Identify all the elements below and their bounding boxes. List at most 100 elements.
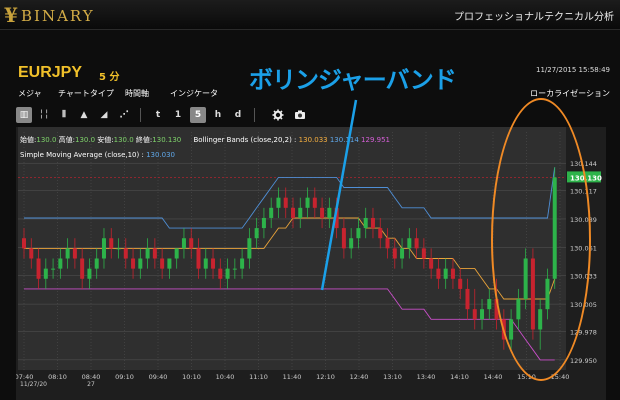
hollow-candle-icon[interactable]: ⦀ (56, 107, 72, 123)
candle-down (458, 278, 463, 289)
candle-down (450, 268, 455, 279)
candle-down (320, 207, 325, 218)
candle-up (269, 207, 274, 218)
candle-up (240, 258, 245, 269)
candle-up (480, 309, 485, 320)
candle-down (370, 217, 375, 229)
candle-up (516, 299, 521, 320)
candle-down (385, 238, 390, 249)
candle-down (334, 207, 339, 229)
candle-down (436, 268, 441, 279)
x-tick-label: 12:10 (316, 373, 335, 381)
candle-up (545, 278, 550, 310)
sma-label: Simple Moving Average (close,10) : (20, 151, 144, 159)
x-tick-label: 11:40 (283, 373, 302, 381)
candle-down (472, 309, 477, 320)
toolbar-divider (140, 108, 141, 122)
candle-up (43, 268, 48, 279)
candle-up (552, 177, 557, 279)
bb-label: Bollinger Bands (close,20,2) : (193, 136, 297, 144)
x-tick-label: 09:10 (115, 373, 134, 381)
settings-gear-icon[interactable] (270, 107, 286, 123)
bb-mid-value: 130.033 (298, 136, 328, 144)
high-value: 130.0 (75, 136, 96, 144)
price-chart[interactable]: 130.144 130.117 130.089 130.061 130.033 130.0… (16, 127, 606, 400)
close-value: 130.130 (152, 136, 182, 144)
bb-upper-value: 130.114 (329, 136, 359, 144)
x-tick-label: 10:40 (216, 373, 235, 381)
candle-up (443, 268, 448, 279)
candle-up (87, 268, 92, 279)
top-bar: ¥ BINARY プロフェッショナルテクニカル分析 (0, 0, 620, 30)
y-tick-label: 129.978 (570, 328, 597, 336)
candle-up (65, 248, 70, 259)
candle-up (174, 248, 179, 259)
brand-logo[interactable]: ¥ BINARY (4, 4, 104, 26)
x-tick-label: 10:10 (182, 373, 201, 381)
menu-item-timeframe[interactable]: 時間軸 (125, 88, 149, 99)
y-tick-label: 130.061 (570, 244, 597, 252)
y-tick-label: 130.005 (570, 301, 597, 309)
candle-down (22, 238, 26, 249)
tagline: プロフェッショナルテクニカル分析 (454, 12, 614, 23)
timeframe-hour-button[interactable]: h (210, 107, 226, 123)
menu-item-indicators[interactable]: インジケータ (170, 88, 218, 99)
candle-up (58, 258, 63, 269)
ohlc-chart-icon[interactable]: ╎╎ (36, 107, 52, 123)
candle-up (203, 258, 208, 269)
logo-text: BINARY (21, 7, 95, 25)
candle-down (341, 228, 346, 249)
y-tick-label: 130.117 (570, 188, 597, 196)
last-price-label: 130.130 (570, 174, 602, 182)
candle-down (29, 248, 34, 259)
sma-header: Simple Moving Average (close,10) : 130.0… (20, 151, 175, 159)
candle-up (509, 319, 514, 340)
x-tick-label: 13:40 (417, 373, 436, 381)
y-tick-label: 130.033 (570, 273, 597, 281)
candle-up (407, 238, 412, 249)
candle-down (501, 319, 506, 340)
timeframe-tick-button[interactable]: t (150, 107, 166, 123)
candle-down (429, 258, 434, 269)
candle-up (167, 258, 172, 269)
candle-down (291, 207, 295, 218)
candle-down (72, 248, 77, 259)
candle-down (218, 268, 223, 279)
timeframe-day-button[interactable]: d (230, 107, 246, 123)
candlestick-chart-icon[interactable]: ▥ (16, 107, 32, 123)
current-datetime: 11/27/2015 15:58:49 (535, 66, 610, 74)
timeframe-1m-button[interactable]: 1 (170, 107, 186, 123)
menu-item-measure[interactable]: メジャ (18, 88, 42, 99)
candle-up (523, 258, 528, 300)
candle-up (51, 268, 56, 270)
x-tick-label: 13:10 (383, 373, 402, 381)
menu-item-localization[interactable]: ローカライゼーション (530, 88, 610, 99)
candle-down (465, 288, 470, 310)
candle-down (211, 258, 216, 269)
candle-up (276, 197, 281, 208)
chart-toolbar: ▥ ╎╎ ⦀ ▲ ◢ ⋰ t 1 5 h d (16, 105, 316, 125)
candle-up (94, 258, 99, 269)
dot-chart-icon[interactable]: ⋰ (116, 107, 132, 123)
candle-down (189, 238, 194, 249)
candle-down (421, 248, 426, 259)
candle-up (254, 228, 259, 239)
candle-down (196, 248, 201, 269)
candle-up (400, 248, 405, 259)
mountain-chart-icon[interactable]: ▲ (76, 107, 92, 123)
timeframe-5m-button[interactable]: 5 (190, 107, 206, 123)
price-chart-svg: 130.144 130.117 130.089 130.061 130.033 130.0… (16, 127, 606, 400)
x-tick-label: 15:10 (517, 373, 536, 381)
x-tick-label: 15:40 (551, 373, 570, 381)
area-chart-icon[interactable]: ◢ (96, 107, 112, 123)
x-tick-label: 09:40 (149, 373, 168, 381)
candle-up (225, 268, 230, 279)
high-label: 高値: (58, 136, 75, 144)
x-subtick-label: 27 (87, 381, 95, 388)
toolbar-divider (254, 108, 255, 122)
open-value: 130.0 (36, 136, 57, 144)
camera-icon[interactable] (292, 107, 308, 123)
x-tick-label: 14:10 (450, 373, 469, 381)
candle-down (131, 258, 136, 269)
menu-item-chart-type[interactable]: チャートタイプ (58, 88, 114, 99)
